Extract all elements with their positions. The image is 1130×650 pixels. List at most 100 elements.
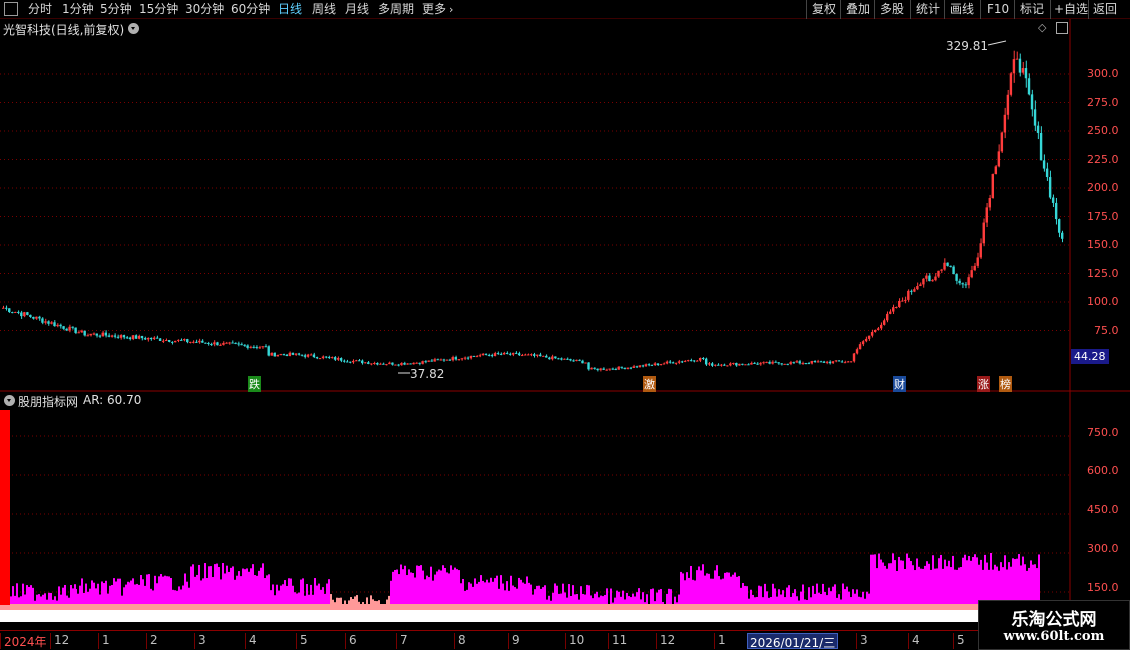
ar-bar — [984, 554, 986, 604]
period-tab-1min[interactable]: 1分钟 — [62, 2, 94, 17]
ar-bar — [546, 599, 548, 604]
ar-bar — [358, 601, 360, 604]
ar-indicator-chart[interactable] — [0, 392, 1130, 630]
candle-body — [406, 363, 409, 365]
ar-bar — [620, 596, 622, 604]
watermark-url: www.60lt.com — [1003, 629, 1105, 644]
ar-bar — [338, 597, 340, 604]
overlay-button[interactable]: 叠加 — [846, 2, 870, 17]
panel-toggle-icon[interactable] — [1056, 22, 1068, 34]
ar-bar — [105, 580, 107, 604]
ar-bar — [412, 573, 414, 604]
stats-button[interactable]: 统计 — [916, 2, 940, 17]
ar-bar — [117, 578, 119, 604]
period-tab-more[interactable]: 更多 — [422, 2, 446, 17]
ar-bar — [91, 580, 93, 604]
ar-bar — [350, 597, 352, 604]
ar-bar — [636, 592, 638, 604]
add-watchlist-button[interactable]: +自选 — [1054, 2, 1088, 17]
candle-body — [306, 354, 310, 357]
ar-bar — [196, 574, 198, 604]
ar-bar — [62, 587, 64, 604]
candle-body — [101, 332, 104, 337]
ar-bar — [292, 585, 294, 604]
period-tab-daily[interactable]: 日线 — [278, 2, 302, 17]
draw-line-button[interactable]: 画线 — [950, 2, 974, 17]
ar-bar — [270, 590, 272, 604]
f10-button[interactable]: F10 — [987, 2, 1009, 17]
candle-body — [810, 361, 813, 364]
ar-bar — [924, 565, 926, 604]
back-button[interactable]: 返回 — [1093, 2, 1117, 17]
mark-button[interactable]: 标记 — [1020, 2, 1044, 17]
candlestick-chart[interactable] — [0, 19, 1130, 392]
ar-bar — [962, 557, 964, 604]
ar-bar — [796, 596, 798, 604]
ar-bar — [434, 574, 436, 604]
ar-bar — [882, 562, 884, 604]
ar-bar — [50, 592, 52, 604]
candle-body — [143, 338, 147, 340]
chevron-down-icon[interactable] — [4, 395, 15, 406]
ar-bar — [806, 600, 808, 604]
candle-body — [427, 360, 430, 362]
candle-body — [26, 312, 29, 315]
ar-bar — [952, 555, 954, 604]
y-tick: 275.0 — [1087, 96, 1119, 109]
candle-body — [249, 346, 252, 348]
ar-bar — [632, 593, 634, 604]
candle-body — [674, 362, 678, 364]
period-tab-60min[interactable]: 60分钟 — [231, 2, 270, 17]
candle-body — [430, 360, 433, 362]
ar-bar — [624, 599, 626, 604]
candle-body — [536, 354, 539, 356]
candle-body — [388, 362, 391, 365]
candle-body — [38, 316, 41, 319]
period-tab-weekly[interactable]: 周线 — [312, 2, 336, 17]
ar-bar — [1034, 564, 1036, 604]
period-tab-monthly[interactable]: 月线 — [345, 2, 369, 17]
candle-body — [683, 360, 687, 362]
period-tab-timeshare[interactable]: 分时 — [28, 2, 52, 17]
candle-body — [529, 354, 533, 356]
candle-body — [354, 360, 358, 362]
candle-body — [596, 368, 599, 371]
ar-bar — [458, 570, 460, 604]
period-tab-30min[interactable]: 30分钟 — [185, 2, 224, 17]
candle-body — [35, 316, 38, 319]
marker-finance[interactable]: 财 — [893, 376, 906, 392]
marker-surge[interactable]: 激 — [643, 376, 656, 392]
candle-body — [309, 354, 313, 356]
marker-rise[interactable]: 涨 — [977, 376, 990, 392]
chevron-down-icon[interactable] — [128, 23, 139, 34]
window-icon[interactable] — [4, 2, 18, 16]
indicator-panel[interactable]: 股朋指标网 AR: 60.70 750.0 600.0 450.0 300.0 … — [0, 392, 1130, 630]
candle-body — [967, 277, 970, 286]
ar-bar — [228, 571, 230, 604]
ar-bar — [634, 596, 636, 604]
ar-bar — [422, 570, 424, 604]
candle-body — [626, 367, 629, 369]
ar-bar — [736, 576, 738, 604]
ar-bar — [738, 576, 740, 604]
price-chart-panel[interactable]: 光智科技(日线,前复权) ◇ 329.81 37.82 44.28 300.0 … — [0, 19, 1130, 392]
date-label: 4 — [245, 633, 257, 649]
diamond-icon[interactable]: ◇ — [1038, 21, 1046, 34]
ar-bar — [890, 563, 892, 604]
multi-stock-button[interactable]: 多股 — [880, 2, 904, 17]
ar-bar — [166, 576, 168, 604]
candle-body — [861, 341, 865, 345]
period-tab-multi[interactable]: 多周期 — [378, 2, 414, 17]
candle-body — [1030, 94, 1034, 110]
period-tab-15min[interactable]: 15分钟 — [139, 2, 178, 17]
marker-list[interactable]: 榜 — [999, 376, 1012, 392]
ar-bar — [526, 576, 528, 604]
period-tab-5min[interactable]: 5分钟 — [100, 2, 132, 17]
candle-body — [131, 335, 135, 340]
ar-bar — [370, 595, 372, 604]
candle-body — [569, 359, 572, 361]
adjust-button[interactable]: 复权 — [812, 2, 836, 17]
chevron-right-icon[interactable]: › — [449, 2, 453, 17]
marker-fall[interactable]: 跌 — [248, 376, 261, 392]
candle-body — [1009, 73, 1013, 95]
